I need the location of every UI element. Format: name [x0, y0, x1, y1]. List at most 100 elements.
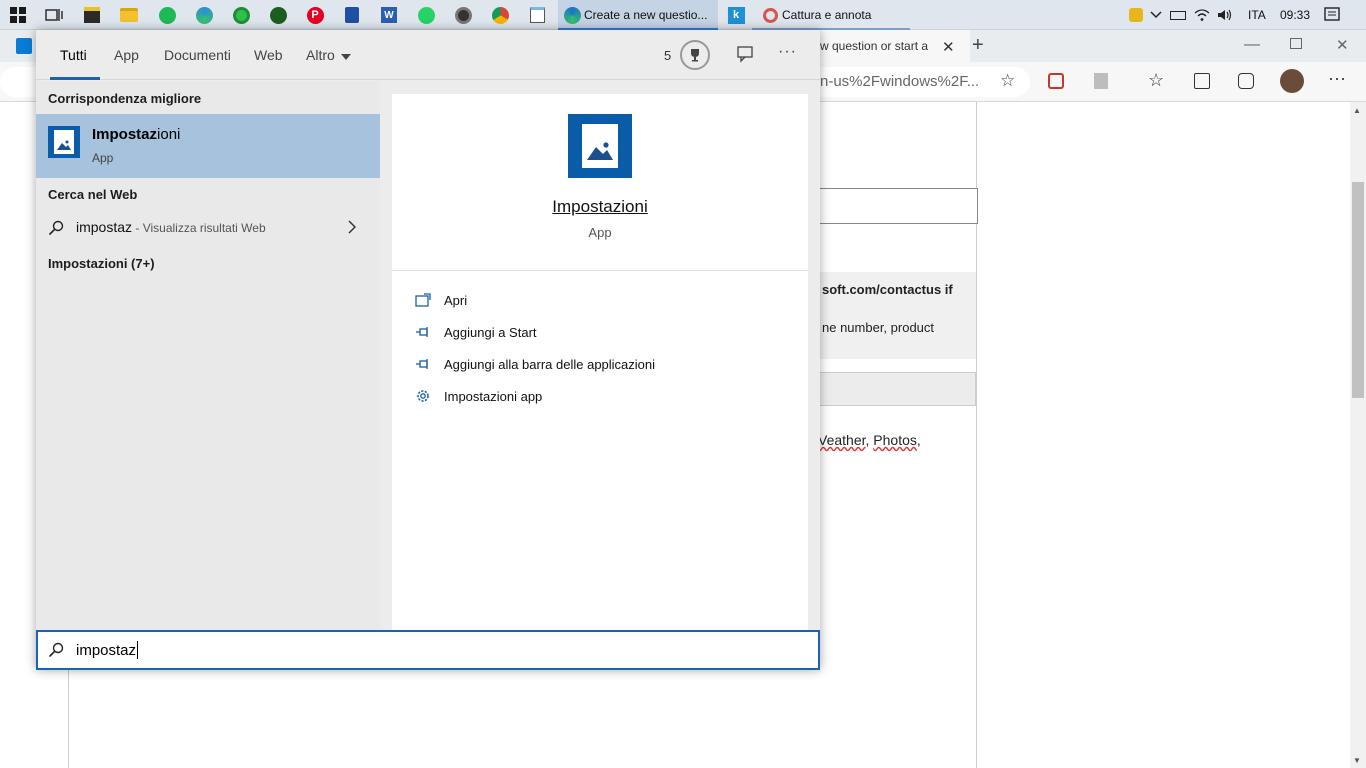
app-icon[interactable]: [340, 3, 364, 27]
scrollbar-thumb[interactable]: [1352, 182, 1364, 398]
feedback-icon[interactable]: [736, 45, 754, 66]
settings-results-header[interactable]: Impostazioni (7+): [48, 256, 155, 271]
web-search-suffix: - Visualizza risultati Web: [132, 221, 266, 235]
tab-tutti[interactable]: Tutti: [60, 30, 87, 80]
web-search-query: impostaz: [76, 219, 133, 235]
action-pin-start[interactable]: Aggiungi a Start: [414, 320, 537, 344]
profile-tab-icon[interactable]: [16, 38, 32, 54]
tab-web[interactable]: Web: [254, 30, 283, 80]
tab-altro-label: Altro: [306, 47, 335, 63]
search-icon: [48, 642, 64, 661]
action-open[interactable]: Apri: [414, 288, 467, 312]
language-indicator[interactable]: ITA: [1248, 0, 1266, 30]
clock[interactable]: 09:33: [1280, 0, 1310, 30]
notification-center-icon[interactable]: [1320, 3, 1344, 27]
rewards-points: 5: [664, 47, 672, 63]
extension-icon[interactable]: [1048, 73, 1064, 89]
scroll-up-icon[interactable]: ▲: [1353, 106, 1361, 115]
browser-essentials-icon[interactable]: [1238, 73, 1254, 89]
editor-toolbar: [800, 372, 976, 406]
edge-dev-icon[interactable]: [192, 3, 216, 27]
action-pin-taskbar-label: Aggiungi alla barra delle applicazioni: [444, 356, 656, 372]
volume-icon[interactable]: [1213, 3, 1237, 27]
windows-start-icon[interactable]: [6, 3, 30, 27]
web-search-item[interactable]: impostaz - Visualizza risultati Web: [36, 212, 380, 244]
word-icon[interactable]: W: [377, 3, 401, 27]
search-query-text: impostaz: [76, 641, 137, 659]
best-match-header: Corrispondenza migliore: [48, 91, 202, 106]
favorites-icon[interactable]: ☆: [1148, 70, 1164, 91]
new-tab-icon[interactable]: +: [972, 34, 984, 57]
sticky-notes-icon[interactable]: [80, 3, 104, 27]
rewards-trophy-icon[interactable]: [680, 40, 710, 70]
add-favorite-icon[interactable]: ☆: [1000, 71, 1015, 91]
result-detail-panel: Impostazioni App Apri Aggiungi a Start A…: [392, 94, 808, 630]
action-open-label: Apri: [444, 292, 468, 308]
results-list: Corrispondenza migliore Impostazioni App…: [36, 81, 380, 630]
action-app-settings-label: Impostazioni app: [444, 388, 543, 404]
best-match-title-match: Impostaz: [92, 126, 158, 143]
divider: [392, 270, 808, 271]
taskbar-window-label: Cattura e annota: [782, 8, 872, 22]
taskbar-window-label: Create a new questio...: [584, 8, 708, 22]
info-line-2: ne number, product: [822, 320, 935, 335]
battery-icon[interactable]: [1166, 3, 1190, 27]
music-app-icon[interactable]: [229, 3, 253, 27]
browser-tab-title: w question or start a: [820, 39, 929, 53]
minimize-icon[interactable]: —: [1244, 36, 1260, 54]
wifi-icon[interactable]: [1190, 3, 1214, 27]
taskbar: P W Create a new questio... k Cattura e …: [0, 0, 1366, 30]
close-tab-icon[interactable]: ✕: [942, 38, 955, 56]
pinterest-icon[interactable]: P: [303, 3, 327, 27]
media-player-icon[interactable]: [266, 3, 290, 27]
obs-icon[interactable]: [451, 3, 475, 27]
body-word-2: Photos: [873, 432, 917, 448]
title-input[interactable]: [800, 188, 978, 224]
best-match-title: Impostazioni: [92, 126, 180, 143]
open-icon: [414, 291, 432, 309]
action-pin-start-label: Aggiungi a Start: [444, 324, 537, 340]
web-search-header: Cerca nel Web: [48, 187, 138, 202]
k-app-icon[interactable]: k: [724, 3, 748, 27]
file-explorer-icon[interactable]: [117, 3, 141, 27]
chrome-icon[interactable]: [488, 3, 512, 27]
more-options-icon[interactable]: ···: [1328, 68, 1346, 89]
best-match-item[interactable]: Impostazioni App: [36, 114, 380, 178]
more-options-icon[interactable]: ···: [778, 43, 797, 61]
edge-icon: [560, 3, 584, 27]
action-pin-taskbar[interactable]: Aggiungi alla barra delle applicazioni: [414, 352, 655, 376]
body-word-1: Veather: [818, 432, 866, 448]
settings-app-large-icon: [568, 114, 632, 178]
pin-icon: [414, 323, 432, 341]
collections-icon[interactable]: [1194, 73, 1210, 89]
restore-icon[interactable]: [1290, 38, 1302, 49]
chevron-right-icon: [348, 220, 357, 237]
search-input[interactable]: impostaz: [76, 641, 139, 659]
close-window-icon[interactable]: ✕: [1336, 36, 1349, 54]
pin-icon: [414, 355, 432, 373]
search-icon: [48, 220, 64, 239]
whatsapp-icon[interactable]: [414, 3, 438, 27]
address-text: n-us%2Fwindows%2F...: [820, 73, 980, 90]
tab-altro[interactable]: Altro: [306, 30, 351, 80]
text-cursor: [137, 641, 139, 659]
detail-title[interactable]: Impostazioni: [392, 197, 808, 217]
active-tab-indicator: [50, 77, 100, 80]
info-line-1: soft.com/contactus if: [822, 282, 953, 297]
best-match-subtitle: App: [92, 151, 114, 165]
tab-documenti[interactable]: Documenti: [164, 30, 231, 80]
spotify-icon[interactable]: [155, 3, 179, 27]
search-filter-bar: Tutti App Documenti Web Altro 5 ···: [36, 30, 820, 80]
settings-app-icon: [48, 126, 80, 158]
tab-app[interactable]: App: [114, 30, 139, 80]
task-view-icon[interactable]: [42, 3, 66, 27]
detail-subtitle: App: [588, 225, 612, 240]
chevron-up-icon[interactable]: [1144, 3, 1168, 27]
notepad-icon[interactable]: [525, 3, 549, 27]
avatar[interactable]: [1280, 69, 1304, 93]
extension-gray-icon[interactable]: [1094, 73, 1108, 89]
search-box[interactable]: impostaz: [36, 630, 820, 670]
best-match-title-rest: ioni: [157, 126, 181, 143]
scroll-down-icon[interactable]: ▼: [1353, 756, 1361, 765]
action-app-settings[interactable]: Impostazioni app: [414, 384, 542, 408]
